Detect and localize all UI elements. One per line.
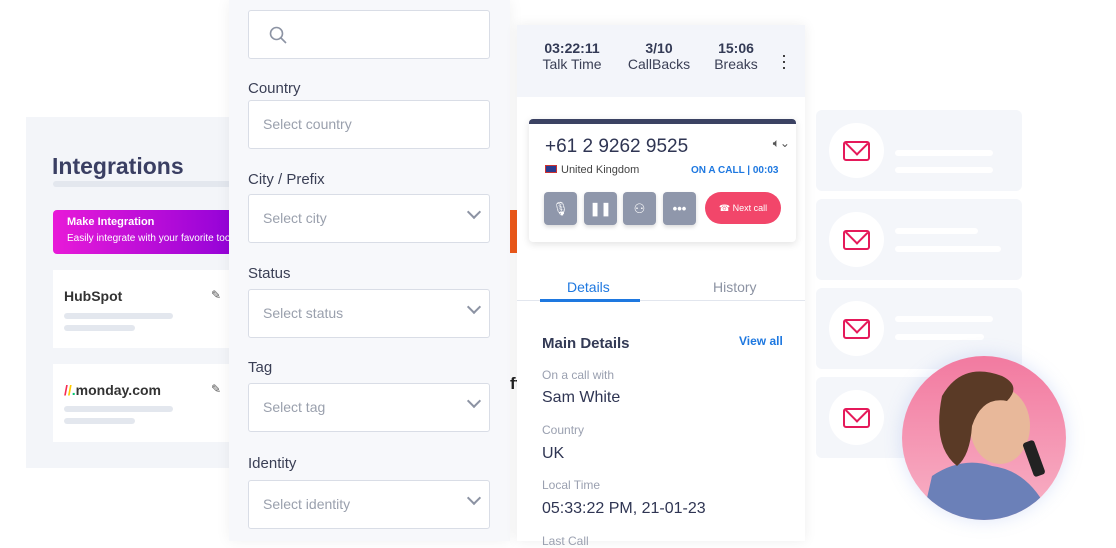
identity-label: Identity <box>248 455 297 472</box>
country-select[interactable]: Select country <box>248 100 490 149</box>
chevron-down-icon <box>466 393 482 409</box>
mail-icon <box>843 408 870 428</box>
banner-title: Make Integration <box>67 216 155 228</box>
mail-icon <box>843 230 870 250</box>
detail-label: On a call with <box>542 368 615 382</box>
tag-select[interactable]: Select tag <box>248 383 490 432</box>
call-stats-header: 03:22:11 Talk Time 3/10 CallBacks 15:06 Bre… <box>517 25 805 97</box>
detail-value: Sam White <box>542 389 621 406</box>
hubspot-logo: HubSpot <box>64 288 123 304</box>
stat-callbacks: 3/10 CallBacks <box>627 40 691 72</box>
integration-card-monday[interactable]: //.monday.com ✎ <box>53 364 253 442</box>
integrations-panel: Integrations Make Integration Easily int… <box>26 117 253 468</box>
chevron-down-icon <box>466 490 482 506</box>
active-tab-indicator <box>540 299 640 302</box>
filter-panel: Country Select country City / Prefix Sel… <box>229 0 510 541</box>
search-icon <box>269 26 287 44</box>
hold-button[interactable]: ❚❚ <box>584 192 617 225</box>
tab-details[interactable]: Details <box>567 279 610 295</box>
next-call-button[interactable]: ☎︎ Next call <box>705 192 781 224</box>
placeholder-bar <box>64 406 173 412</box>
placeholder-bar <box>64 313 173 319</box>
mute-button[interactable]: 🎙︎ <box>544 192 577 225</box>
banner-subtitle: Easily integrate with your favorite tool… <box>67 233 238 244</box>
call-country: United Kingdom <box>545 164 639 176</box>
uk-flag-icon <box>545 165 557 173</box>
voicemail-button[interactable]: ⚇ <box>623 192 656 225</box>
view-all-link[interactable]: View all <box>739 334 783 348</box>
chevron-down-icon <box>466 299 482 315</box>
detail-label: Local Time <box>542 478 601 492</box>
agent-avatar <box>902 356 1066 520</box>
stat-talk-time: 03:22:11 Talk Time <box>542 40 602 72</box>
integrations-title: Integrations <box>52 153 184 179</box>
more-actions-button[interactable]: ••• <box>663 192 696 225</box>
search-input[interactable] <box>248 10 490 59</box>
email-card[interactable] <box>816 199 1022 280</box>
stat-breaks: 15:06 Breaks <box>714 40 758 72</box>
active-call-card: +61 2 9262 9525 🔈︎⌄ United Kingdom ON A … <box>529 119 796 242</box>
hangup-icon: ☎︎ <box>718 203 733 213</box>
integration-card-hubspot[interactable]: HubSpot ✎ <box>53 270 253 348</box>
call-status: ON A CALL | 00:03 <box>691 165 779 176</box>
call-panel: 03:22:11 Talk Time 3/10 CallBacks 15:06 Bre… <box>517 25 805 548</box>
email-card[interactable] <box>816 110 1022 191</box>
country-label: Country <box>248 80 301 97</box>
edit-icon[interactable]: ✎ <box>211 382 221 396</box>
city-select[interactable]: Select city <box>248 194 490 243</box>
edit-icon[interactable]: ✎ <box>211 288 221 302</box>
tag-label: Tag <box>248 359 273 376</box>
chevron-down-icon <box>466 204 482 220</box>
mail-icon <box>843 141 870 161</box>
speaker-icon[interactable]: 🔈︎⌄ <box>773 136 790 151</box>
detail-label: Last Call <box>542 534 589 548</box>
placeholder-bar <box>64 418 135 424</box>
placeholder-bar <box>53 181 243 187</box>
status-label: Status <box>248 265 291 282</box>
detail-value: UK <box>542 445 565 462</box>
section-title: Main Details <box>542 335 630 352</box>
mail-icon <box>843 319 870 339</box>
detail-label: Country <box>542 423 585 437</box>
partial-text: ft <box>510 374 517 393</box>
city-label: City / Prefix <box>248 171 325 188</box>
status-select[interactable]: Select status <box>248 289 490 338</box>
make-integration-banner[interactable]: Make Integration Easily integrate with y… <box>53 210 253 254</box>
detail-value: 05:33:22 PM, 21-01-23 <box>542 500 706 517</box>
placeholder-bar <box>64 325 135 331</box>
tab-history[interactable]: History <box>713 279 757 295</box>
more-options-icon[interactable]: · · · <box>781 46 787 76</box>
phone-number: +61 2 9262 9525 <box>545 136 689 157</box>
monday-logo: //.monday.com <box>64 382 161 398</box>
identity-select[interactable]: Select identity <box>248 480 490 529</box>
